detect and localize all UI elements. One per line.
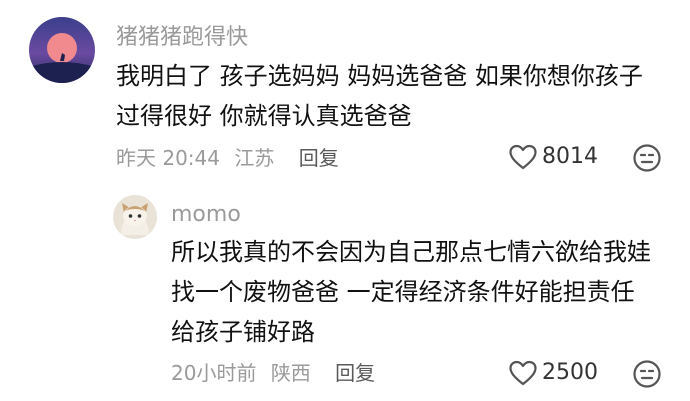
comment-location: 陕西 <box>270 361 311 385</box>
comment-meta: 20小时前 陕西 回复 <box>171 360 375 386</box>
comment-content: 我明白了 孩子选妈妈 妈妈选爸爸 如果你想你孩子 过得很好 你就得认真选爸爸 <box>116 56 643 136</box>
comment-text-line: 过得很好 你就得认真选爸爸 <box>116 102 412 130</box>
like-button[interactable]: 2500 <box>508 359 598 387</box>
heart-outline-icon <box>509 360 537 386</box>
moon-silhouette-avatar-icon <box>29 17 95 83</box>
comment-text-line: 给孩子铺好路 <box>171 318 315 346</box>
comment-username[interactable]: momo <box>171 202 241 228</box>
reply-comment-item: momo 所以我真的不会因为自己那点七情六欲给我娃 找一个废物爸爸 一定得经济条… <box>0 190 690 401</box>
react-button[interactable] <box>632 143 662 173</box>
user-avatar[interactable] <box>113 195 157 239</box>
like-count: 8014 <box>542 144 598 169</box>
meh-face-icon <box>633 360 661 388</box>
cat-avatar-icon <box>113 195 157 239</box>
react-button[interactable] <box>632 359 662 389</box>
comment-location: 江苏 <box>234 146 275 170</box>
user-avatar[interactable] <box>29 17 95 83</box>
meh-face-icon <box>633 144 661 172</box>
comment-meta: 昨天 20:44 江苏 回复 <box>116 145 339 171</box>
comment-text-line: 所以我真的不会因为自己那点七情六欲给我娃 <box>171 238 651 266</box>
like-count: 2500 <box>542 360 598 385</box>
comment-time: 昨天 20:44 <box>116 146 220 170</box>
comment-text-line: 我明白了 孩子选妈妈 妈妈选爸爸 如果你想你孩子 <box>116 62 643 90</box>
heart-outline-icon <box>509 144 537 170</box>
comment-time: 20小时前 <box>171 361 257 385</box>
reply-button[interactable]: 回复 <box>299 145 339 171</box>
comment-username[interactable]: 猪猪猪跑得快 <box>116 25 248 51</box>
comment-content: 所以我真的不会因为自己那点七情六欲给我娃 找一个废物爸爸 一定得经济条件好能担责… <box>171 232 651 352</box>
comment-text-line: 找一个废物爸爸 一定得经济条件好能担责任 <box>171 278 635 306</box>
reply-button[interactable]: 回复 <box>335 360 375 386</box>
like-button[interactable]: 8014 <box>508 143 598 171</box>
comment-item: 猪猪猪跑得快 我明白了 孩子选妈妈 妈妈选爸爸 如果你想你孩子 过得很好 你就得… <box>0 0 690 190</box>
